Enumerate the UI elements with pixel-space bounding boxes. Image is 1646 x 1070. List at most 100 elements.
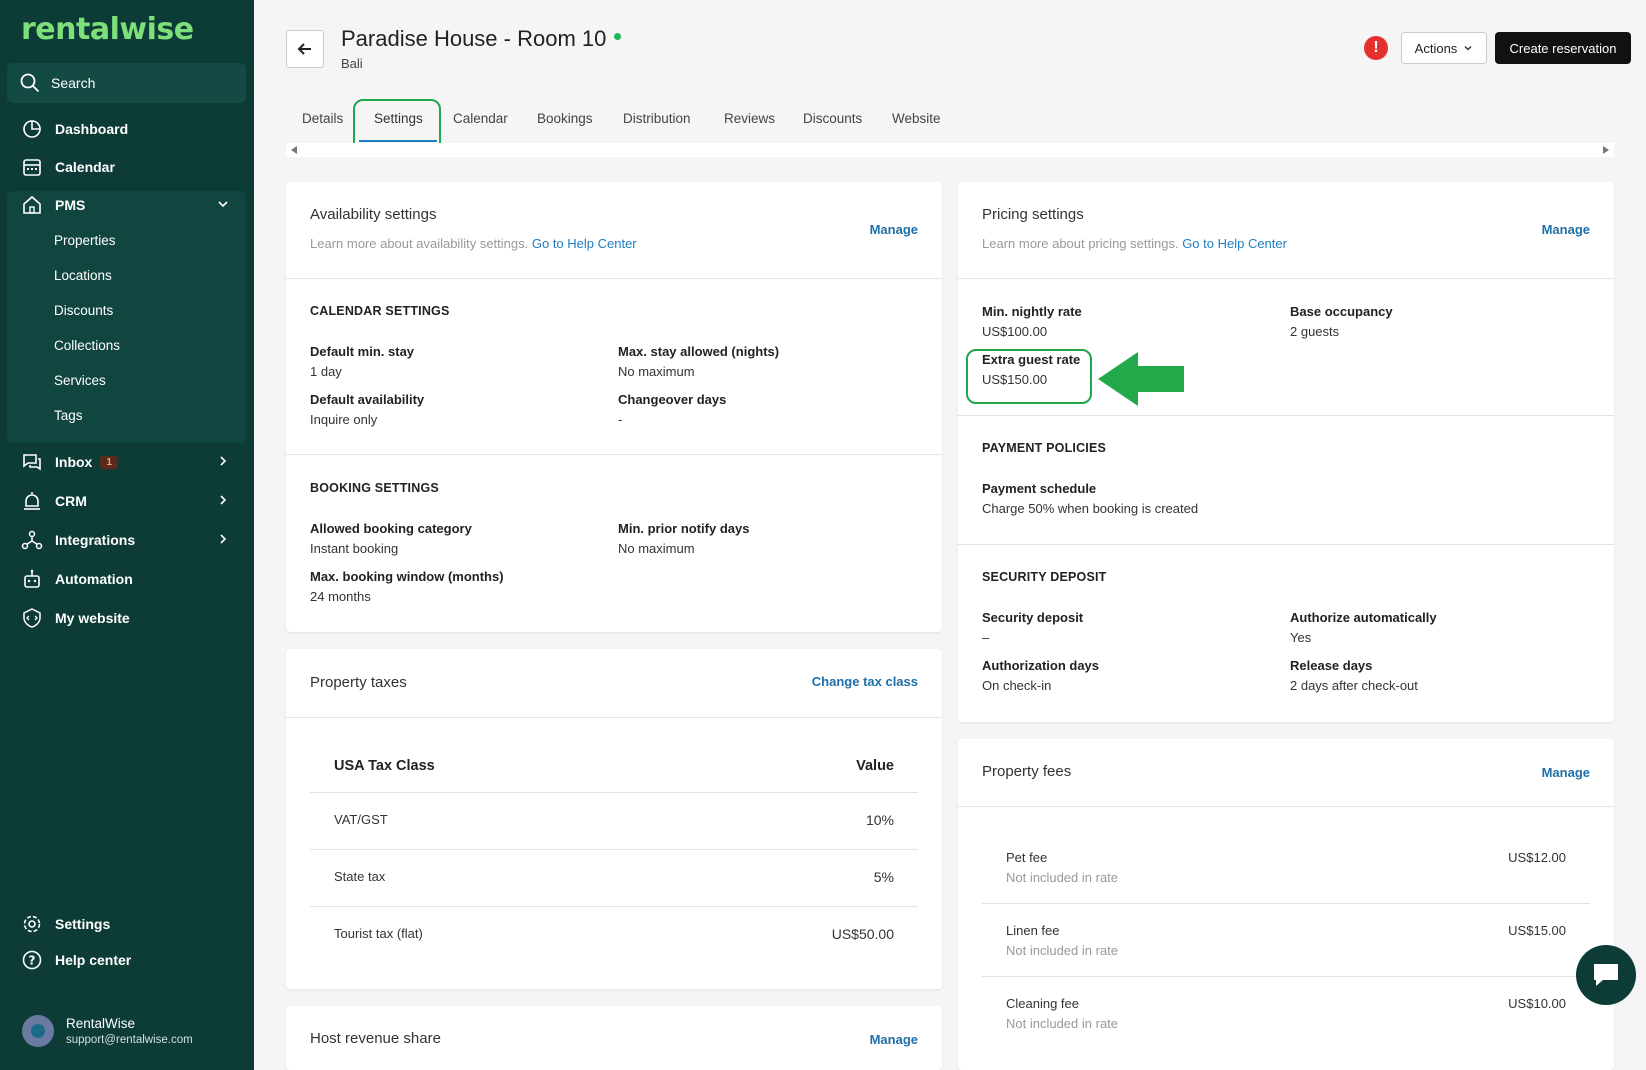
- min-stay-value: 1 day: [310, 364, 342, 379]
- min-rate-label: Min. nightly rate: [982, 304, 1082, 319]
- fee-row-name: Cleaning fee: [1006, 996, 1079, 1011]
- pricing-help-link[interactable]: Go to Help Center: [1182, 236, 1287, 251]
- tab-bookings[interactable]: Bookings: [537, 111, 593, 126]
- booking-window-value: 24 months: [310, 589, 371, 604]
- chevron-right-icon: [220, 456, 227, 466]
- nav-settings-label: Settings: [55, 916, 111, 932]
- chevron-down-icon: [1464, 46, 1472, 51]
- nav-services[interactable]: Services: [54, 373, 106, 388]
- arrow-left-icon: [297, 43, 311, 55]
- nav-my-website-label: My website: [55, 610, 130, 626]
- max-stay-label: Max. stay allowed (nights): [618, 344, 780, 359]
- tab-calendar[interactable]: Calendar: [453, 111, 508, 126]
- help-icon: ?: [22, 950, 42, 970]
- arrow-left-annotation-icon: [1098, 352, 1184, 406]
- dashboard-icon: [23, 120, 41, 138]
- tax-row-name: VAT/GST: [334, 812, 388, 827]
- nav-dashboard-label: Dashboard: [55, 121, 129, 137]
- nav-inbox[interactable]: Inbox 1: [7, 443, 246, 481]
- chevron-down-icon: [218, 201, 228, 208]
- nav-integrations-label: Integrations: [55, 532, 136, 548]
- inbox-count-badge: 1: [100, 455, 118, 469]
- availability-desc: Learn more about availability settings. …: [310, 236, 637, 251]
- chat-widget-button[interactable]: [1576, 945, 1636, 1005]
- fee-row-value: US$12.00: [1508, 850, 1566, 865]
- code-shield-icon: [23, 608, 41, 628]
- revenue-manage-link[interactable]: Manage: [870, 1032, 918, 1047]
- pricing-desc-text: Learn more about pricing settings.: [982, 236, 1179, 251]
- tab-website[interactable]: Website: [892, 111, 941, 126]
- scroll-left-icon[interactable]: [291, 146, 297, 154]
- back-button[interactable]: [286, 30, 324, 68]
- actions-label: Actions: [1414, 40, 1458, 56]
- nav-calendar[interactable]: Calendar: [7, 148, 246, 186]
- brand-logo[interactable]: rentalwise: [21, 12, 194, 47]
- divider: [310, 792, 918, 793]
- pms-group: [7, 191, 246, 443]
- nav-locations[interactable]: Locations: [54, 268, 112, 283]
- notify-days-value: No maximum: [618, 541, 695, 556]
- nav-crm[interactable]: CRM: [7, 482, 246, 520]
- nav-tags[interactable]: Tags: [54, 408, 83, 423]
- booking-category-label: Allowed booking category: [310, 521, 472, 536]
- tax-row-value: US$50.00: [831, 926, 894, 942]
- tax-value-header: Value: [856, 758, 894, 774]
- tab-distribution[interactable]: Distribution: [623, 111, 691, 126]
- change-tax-class-link[interactable]: Change tax class: [812, 674, 918, 689]
- fees-manage-link[interactable]: Manage: [1542, 765, 1590, 780]
- chevron-right-icon: [220, 534, 227, 544]
- create-reservation-button[interactable]: Create reservation: [1495, 32, 1631, 64]
- availability-card: Availability settings Learn more about a…: [286, 182, 942, 632]
- divider: [958, 806, 1614, 807]
- pricing-title: Pricing settings: [982, 206, 1084, 223]
- divider: [310, 906, 918, 907]
- availability-title: Availability settings: [310, 206, 437, 223]
- avatar: [22, 1015, 54, 1047]
- nav-automation[interactable]: Automation: [7, 560, 246, 598]
- security-deposit-label: Security deposit: [982, 610, 1084, 625]
- nav-my-website[interactable]: My website: [7, 599, 246, 637]
- tabs-scrollbar[interactable]: [286, 143, 1614, 157]
- nav-pms[interactable]: PMS: [7, 186, 246, 224]
- nav-discounts[interactable]: Discounts: [54, 303, 113, 318]
- tab-discounts[interactable]: Discounts: [803, 111, 862, 126]
- fee-row-value: US$10.00: [1508, 996, 1566, 1011]
- sidebar: rentalwise Search Dashboard Calendar PMS…: [0, 0, 254, 1070]
- nav-collections[interactable]: Collections: [54, 338, 120, 353]
- authorize-auto-label: Authorize automatically: [1290, 610, 1437, 625]
- user-profile[interactable]: RentalWise support@rentalwise.com: [22, 1015, 193, 1047]
- page-subtitle: Bali: [341, 56, 363, 71]
- actions-button[interactable]: Actions: [1401, 32, 1487, 64]
- fee-row-value: US$15.00: [1508, 923, 1566, 938]
- nav-dashboard[interactable]: Dashboard: [7, 110, 246, 148]
- booking-window-label: Max. booking window (months): [310, 569, 504, 584]
- nav-settings[interactable]: Settings: [7, 905, 246, 943]
- status-dot: [614, 32, 622, 40]
- authorization-days-label: Authorization days: [982, 658, 1100, 673]
- search-label: Search: [51, 75, 96, 91]
- nav-properties[interactable]: Properties: [54, 233, 116, 248]
- availability-desc-text: Learn more about availability settings.: [310, 236, 529, 251]
- tax-row-name: State tax: [334, 869, 386, 884]
- scroll-right-icon[interactable]: [1603, 146, 1609, 154]
- nav-help-center-label: Help center: [55, 952, 132, 968]
- tab-reviews[interactable]: Reviews: [724, 111, 775, 126]
- availability-help-link[interactable]: Go to Help Center: [532, 236, 637, 251]
- pricing-manage-link[interactable]: Manage: [1542, 222, 1590, 237]
- divider: [982, 903, 1590, 904]
- nav-help-center[interactable]: ? Help center: [7, 941, 246, 979]
- divider: [286, 717, 942, 718]
- fees-title: Property fees: [982, 763, 1072, 780]
- revenue-title: Host revenue share: [310, 1030, 441, 1047]
- tab-details[interactable]: Details: [302, 111, 343, 126]
- nav-calendar-label: Calendar: [55, 159, 115, 175]
- fee-row-note: Not included in rate: [1006, 870, 1119, 885]
- availability-manage-link[interactable]: Manage: [870, 222, 918, 237]
- alert-icon[interactable]: !: [1364, 36, 1388, 60]
- nav-integrations[interactable]: Integrations: [7, 521, 246, 559]
- robot-icon: [24, 569, 40, 588]
- fee-row-note: Not included in rate: [1006, 943, 1119, 958]
- notify-days-label: Min. prior notify days: [618, 521, 750, 536]
- search-button[interactable]: Search: [7, 63, 246, 103]
- house-icon: [23, 195, 41, 214]
